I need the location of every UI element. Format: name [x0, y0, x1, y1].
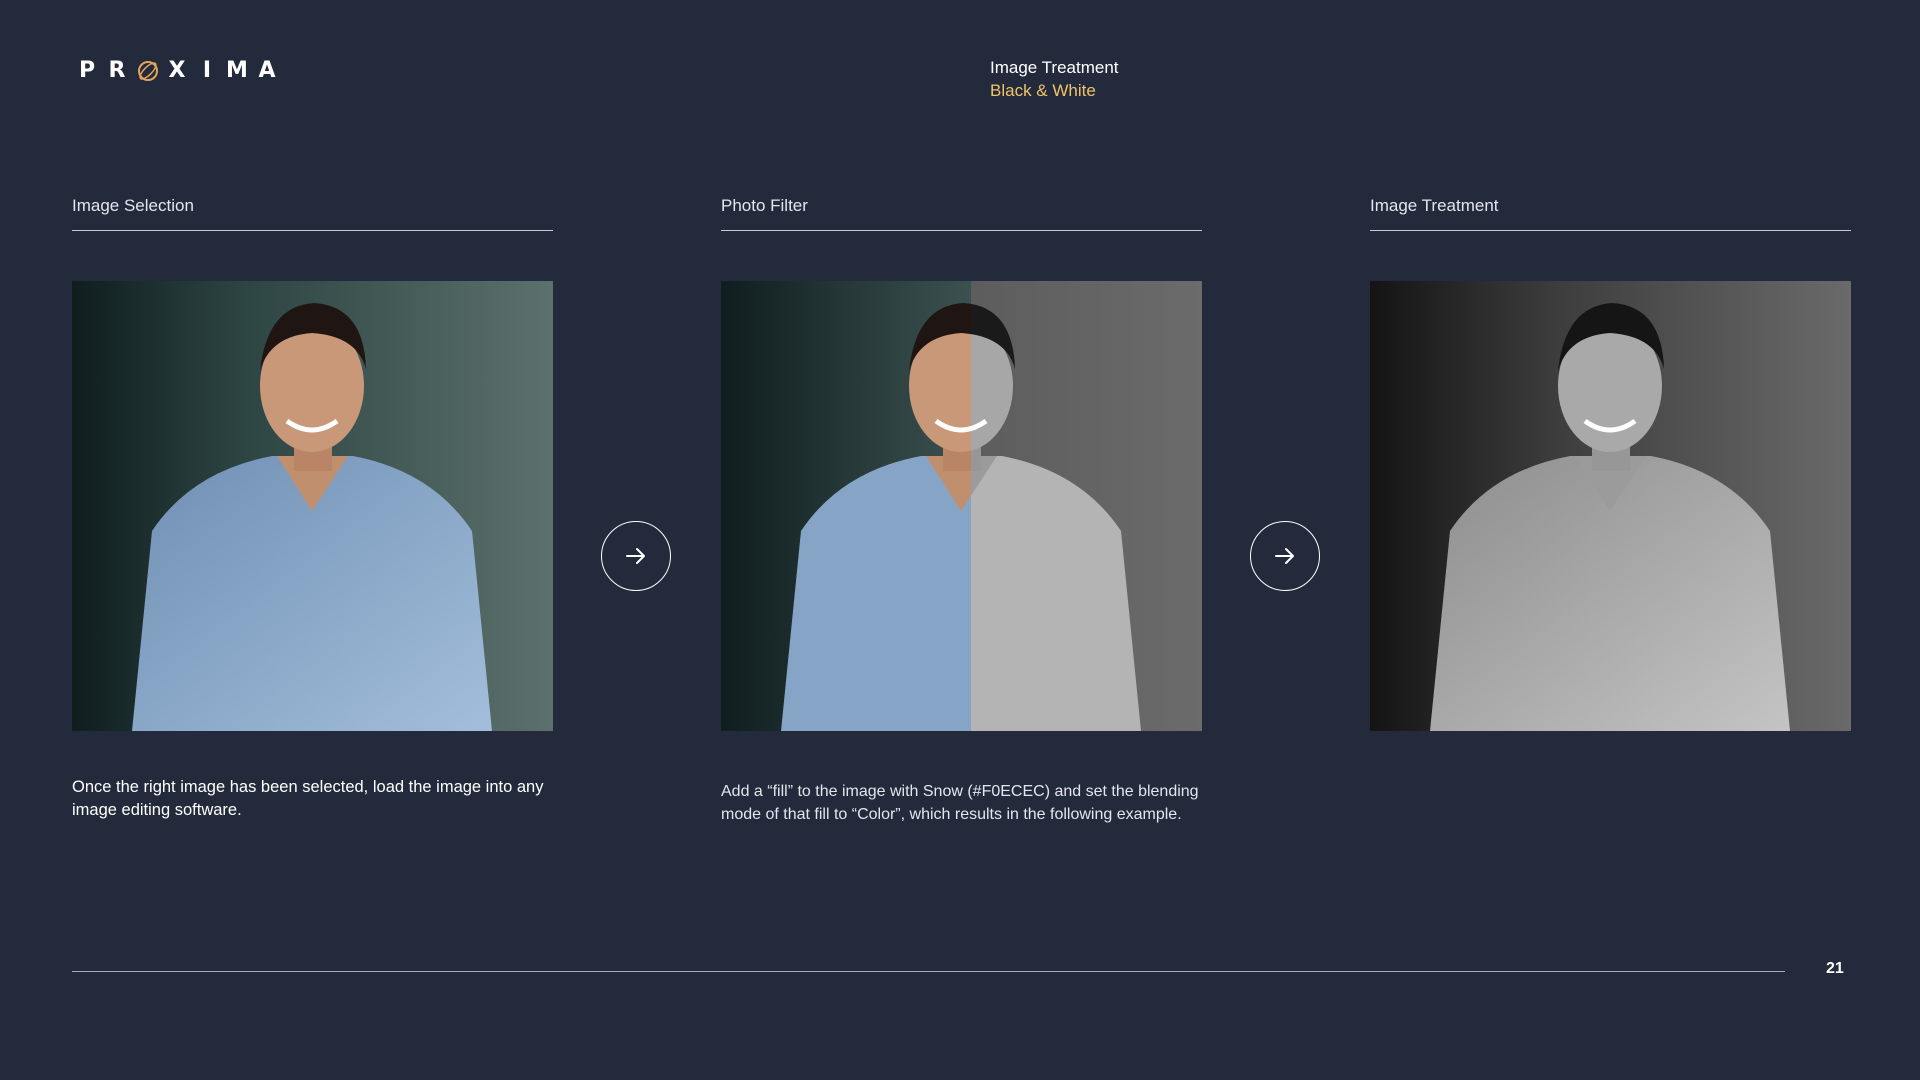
next-step-button[interactable] [1250, 521, 1320, 591]
grayscale-portrait-photo [1370, 281, 1851, 731]
column-photo-filter: Photo Filter Add a “fill” to the image w… [721, 196, 1202, 823]
column-label: Image Treatment [1370, 196, 1499, 215]
logo-orbit-icon [132, 59, 162, 83]
section-header: Image Treatment Black & White [990, 56, 1119, 102]
arrow-right-icon [1275, 548, 1294, 564]
logo-letter: A [258, 58, 276, 83]
logo-letter: X [168, 58, 186, 83]
page-number: 21 [1826, 960, 1844, 977]
column-caption: Add a “fill” to the image with Snow (#F0… [721, 783, 1199, 823]
next-step-button[interactable] [601, 521, 671, 591]
logo-letter: R [108, 58, 126, 83]
column-label: Image Selection [72, 196, 194, 215]
column-image-treatment: Image Treatment [1370, 196, 1851, 731]
color-portrait-photo [72, 281, 553, 731]
logo-letter: I [202, 58, 212, 83]
column-image-selection: Image Selection Once the right image has… [72, 196, 553, 819]
footer-rule [72, 971, 1785, 972]
column-label: Photo Filter [721, 196, 808, 215]
column-rule [72, 230, 553, 231]
arrow-right-icon [626, 548, 645, 564]
logo-letter: M [226, 58, 248, 83]
column-rule [1370, 230, 1851, 231]
section-subtitle: Black & White [990, 81, 1096, 100]
section-title: Image Treatment [990, 58, 1119, 77]
logo-letter: P [78, 58, 96, 83]
column-rule [721, 230, 1202, 231]
brand-logo: P R X I M A [72, 58, 282, 83]
column-caption: Once the right image has been selected, … [72, 778, 544, 819]
split-filter-photo [721, 281, 1202, 731]
